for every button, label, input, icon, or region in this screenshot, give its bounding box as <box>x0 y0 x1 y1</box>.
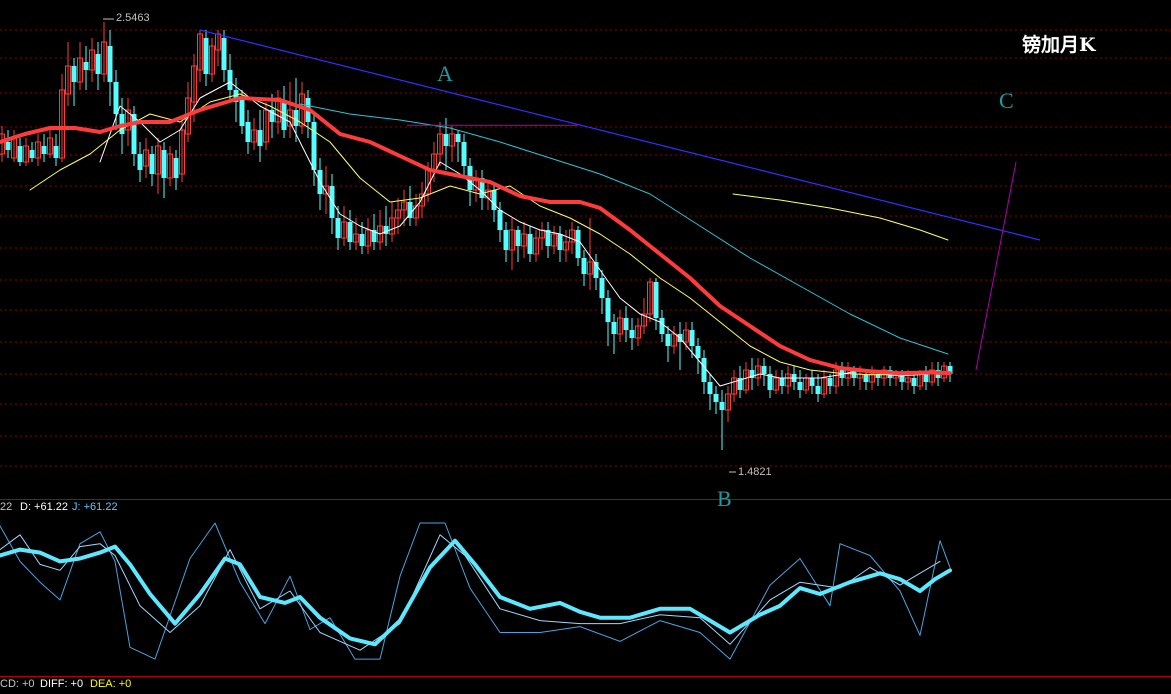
candle-body <box>83 62 89 70</box>
candle-body <box>29 150 35 158</box>
candle-body <box>491 190 497 210</box>
candle-body <box>173 158 179 178</box>
candle-body <box>863 374 869 382</box>
candle-body <box>695 346 701 358</box>
candle-body <box>611 322 617 334</box>
candle-body <box>575 230 581 258</box>
wave-label-a: A <box>437 61 453 86</box>
candle-body <box>149 154 155 174</box>
candle-body <box>707 382 713 394</box>
ma-mid-line <box>29 93 901 376</box>
candle-body <box>137 154 143 170</box>
candle-body <box>701 358 707 382</box>
candle-body <box>797 382 803 390</box>
chart-title: 镑加月K <box>1022 34 1096 56</box>
candle-body <box>581 258 587 274</box>
candle-body <box>257 130 263 146</box>
kdj-k-line <box>0 538 952 647</box>
high-price-label: 2.5463 <box>116 12 150 24</box>
candle-body <box>497 210 503 230</box>
candle-body <box>245 122 251 142</box>
candle-body <box>779 378 785 386</box>
ma-mid-extension-line <box>732 193 949 241</box>
ma-main-line <box>0 96 952 376</box>
candle-body <box>95 54 101 74</box>
kdj-k-label: 22 <box>0 501 13 513</box>
candle-body <box>41 146 47 154</box>
chart-canvas <box>0 18 1171 677</box>
wave-label-c: C <box>999 88 1014 113</box>
candle-body <box>203 38 209 74</box>
candle-body <box>293 110 299 126</box>
candle-body <box>503 230 509 250</box>
kdj-d-line <box>0 534 941 651</box>
candle-body <box>227 70 233 90</box>
candle-body <box>515 230 521 246</box>
candle-body <box>713 394 719 402</box>
candle-body <box>923 374 929 382</box>
candle-body <box>455 134 461 142</box>
candle-body <box>221 38 227 70</box>
wave-c-projection-line <box>975 161 1017 371</box>
candle-body <box>71 66 77 82</box>
candle-body <box>335 218 341 238</box>
candle-body <box>443 134 449 146</box>
candle-body <box>629 330 635 338</box>
candle-body <box>239 98 245 126</box>
candle-body <box>281 102 287 130</box>
kdj-d-label: D: +61.22 <box>20 501 69 513</box>
candle-body <box>809 378 815 386</box>
candle-body <box>827 378 833 386</box>
candle-body <box>359 234 365 246</box>
candle-body <box>911 378 917 386</box>
candle-body <box>107 46 113 82</box>
candle-body <box>527 234 533 254</box>
candle-body <box>659 318 665 334</box>
candle-body <box>113 82 119 114</box>
candle-body <box>761 366 767 374</box>
candle-body <box>161 150 167 178</box>
candle-body <box>623 318 629 330</box>
candle-body <box>557 234 563 250</box>
candle-body <box>665 334 671 346</box>
wave-label-b: B <box>717 486 732 511</box>
candle-body <box>689 330 695 346</box>
candle-body <box>599 278 605 298</box>
candle-body <box>53 146 59 158</box>
candle-body <box>17 146 23 162</box>
candle-body <box>5 142 11 150</box>
macd-label: CD: +0 <box>0 678 35 690</box>
candle-body <box>815 386 821 394</box>
candle-body <box>605 298 611 322</box>
macd-diff-label: DIFF: +0 <box>40 678 84 690</box>
candle-body <box>347 222 353 242</box>
candle-body <box>311 122 317 170</box>
macd-dea-label: DEA: +0 <box>90 678 132 690</box>
candle-body <box>719 402 725 410</box>
candle-body <box>653 282 659 318</box>
candle-body <box>461 142 467 166</box>
ma-long-line <box>299 103 949 355</box>
candle-body <box>131 114 137 154</box>
kdj-j-label: J: +61.22 <box>72 501 118 513</box>
low-price-label: 1.4821 <box>738 466 772 478</box>
